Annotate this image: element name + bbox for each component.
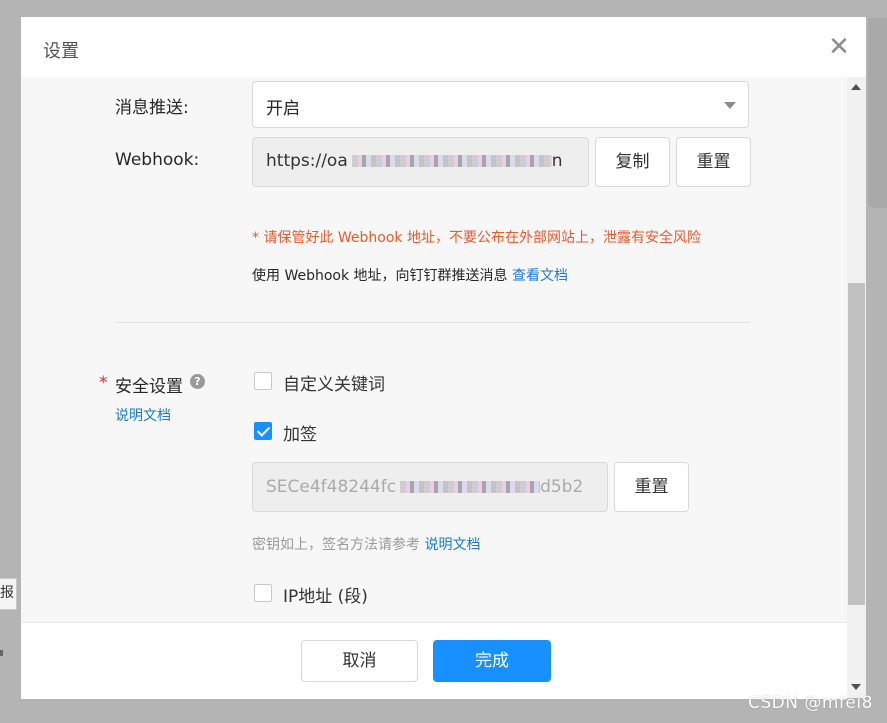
background-panel (868, 18, 887, 208)
sign-checkbox[interactable] (254, 422, 272, 440)
secret-text-end: d5b2 (540, 477, 584, 497)
dialog-body: 消息推送: 开启 Webhook: https://oa n 复制 重置 * 请保… (21, 77, 847, 622)
webhook-url-field[interactable]: https://oa n (252, 137, 589, 187)
background-dot (0, 650, 3, 656)
secret-hint-text: 密钥如上，签名方法请参考 (252, 537, 420, 553)
redacted-mask (351, 155, 552, 167)
webhook-label: Webhook: (115, 150, 200, 170)
push-select[interactable]: 开启 (252, 81, 749, 128)
keyword-label: 自定义关键词 (283, 375, 385, 395)
secret-reset-button[interactable]: 重置 (614, 462, 689, 512)
section-divider (115, 322, 750, 323)
view-docs-link[interactable]: 查看文档 (512, 268, 568, 284)
scroll-up-icon[interactable] (851, 84, 861, 90)
question-circle-icon[interactable]: ? (190, 374, 205, 389)
webhook-url-text: https://oa (266, 151, 348, 171)
secret-field[interactable]: SECe4f48244fc d5b2 (252, 462, 608, 512)
scrollbar-thumb[interactable] (848, 283, 865, 605)
watermark: CSDN @mfei8 (748, 693, 873, 713)
ip-label: IP地址 (段) (283, 587, 368, 607)
dialog-header: 设置 ✕ (21, 17, 866, 77)
push-select-value: 开启 (266, 99, 300, 119)
security-label: 安全设置 (115, 377, 183, 397)
scrollbar[interactable] (847, 77, 866, 698)
secret-text: SECe4f48244fc (266, 477, 397, 497)
redacted-mask (400, 481, 541, 493)
webhook-warning: * 请保管好此 Webhook 地址，不要公布在外部网站上，泄露有安全风险 (252, 230, 701, 246)
dialog-title: 设置 (43, 41, 79, 62)
caret-down-icon (724, 102, 736, 109)
webhook-usage-text: 使用 Webhook 地址，向钉钉群推送消息 (252, 268, 508, 284)
keyword-checkbox[interactable] (254, 372, 272, 390)
close-icon[interactable]: ✕ (822, 30, 856, 64)
background-edge-text: 报 (0, 578, 17, 610)
security-doc-link[interactable]: 说明文档 (115, 405, 171, 425)
ip-checkbox[interactable] (254, 584, 272, 602)
webhook-url-end: n (551, 151, 563, 171)
copy-button[interactable]: 复制 (595, 137, 670, 187)
secret-doc-link[interactable]: 说明文档 (424, 537, 480, 553)
webhook-reset-button[interactable]: 重置 (676, 137, 751, 187)
webhook-usage-hint: 使用 Webhook 地址，向钉钉群推送消息 查看文档 (252, 265, 568, 285)
secret-hint: 密钥如上，签名方法请参考 说明文档 (252, 534, 480, 554)
scroll-down-icon[interactable] (851, 684, 861, 690)
required-mark: * (99, 373, 108, 393)
done-button[interactable]: 完成 (433, 640, 551, 682)
settings-dialog: 设置 ✕ 消息推送: 开启 Webhook: https://oa n 复制 重置… (21, 17, 866, 699)
sign-label: 加签 (283, 425, 317, 445)
cancel-button[interactable]: 取消 (301, 640, 418, 682)
push-label: 消息推送: (115, 98, 189, 118)
dialog-footer: 取消 完成 (21, 622, 847, 699)
